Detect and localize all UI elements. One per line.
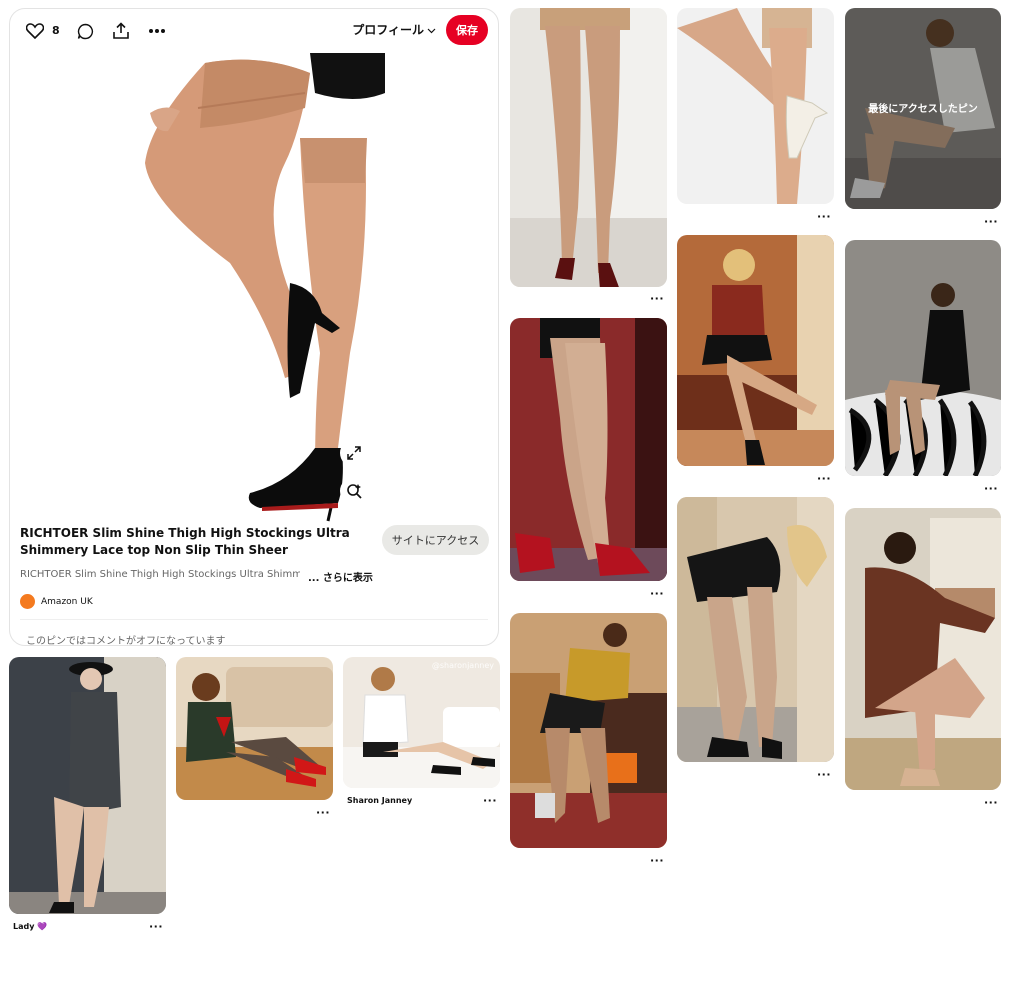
pin-card[interactable]	[677, 497, 834, 762]
show-more-link[interactable]: ... さらに表示	[308, 569, 373, 584]
pin-caption[interactable]: Lady 💜	[13, 922, 47, 931]
share-icon[interactable]	[110, 20, 132, 42]
divider	[20, 619, 488, 620]
pin-action-bar: 8 プロフィール 保存	[10, 9, 498, 53]
more-options-icon[interactable]: ···	[984, 797, 998, 808]
chevron-down-icon	[427, 23, 436, 37]
pin-card[interactable]	[510, 613, 667, 848]
more-options-icon[interactable]: ···	[650, 588, 664, 599]
pin-card[interactable]	[845, 508, 1001, 790]
source-avatar	[20, 594, 35, 609]
pin-description: RICHTOER Slim Shine Thigh High Stockings…	[20, 569, 300, 580]
more-options-icon[interactable]: ···	[817, 473, 831, 484]
pin-card[interactable]	[9, 657, 166, 914]
pin-source[interactable]: Amazon UK	[20, 594, 93, 609]
more-options-icon[interactable]: ···	[316, 807, 330, 818]
pin-card[interactable]	[677, 235, 834, 466]
more-options-icon[interactable]: ···	[650, 855, 664, 866]
visit-site-button[interactable]: サイトにアクセス	[382, 525, 489, 555]
expand-icon[interactable]	[340, 439, 368, 467]
pin-card[interactable]	[510, 8, 667, 287]
pin-card[interactable]: @sharonjanney	[343, 657, 500, 788]
comment-icon[interactable]	[74, 21, 96, 41]
pin-closeup-card: 8 プロフィール 保存 RICHTOER Slim Shine Thigh Hi…	[9, 8, 499, 646]
save-button[interactable]: 保存	[446, 15, 488, 45]
more-options-icon[interactable]: ···	[817, 211, 831, 222]
more-options-icon[interactable]: ···	[149, 921, 163, 932]
last-accessed-label: 最後にアクセスしたピン	[868, 104, 978, 115]
more-options-icon[interactable]: ···	[984, 216, 998, 227]
pin-title: RICHTOER Slim Shine Thigh High Stockings…	[20, 526, 350, 557]
image-watermark: @sharonjanney	[431, 661, 494, 670]
more-options-icon[interactable]: ···	[817, 769, 831, 780]
more-options-icon[interactable]: ···	[483, 795, 497, 806]
pin-caption[interactable]: Sharon Janney	[347, 796, 412, 805]
pin-card[interactable]	[510, 318, 667, 581]
pin-card[interactable]	[176, 657, 333, 800]
pin-card[interactable]	[677, 8, 834, 204]
like-count: 8	[52, 24, 60, 37]
pin-card[interactable]: 最後にアクセスしたピン	[845, 8, 1001, 209]
profile-dropdown-label: プロフィール	[352, 23, 424, 37]
more-icon[interactable]	[146, 21, 168, 41]
more-options-icon[interactable]: ···	[984, 483, 998, 494]
visual-search-icon[interactable]	[340, 477, 368, 505]
pin-card[interactable]	[845, 240, 1001, 476]
heart-icon[interactable]	[24, 21, 46, 41]
comments-off-notice: このピンではコメントがオフになっています	[26, 636, 226, 646]
more-options-icon[interactable]: ···	[650, 293, 664, 304]
source-name: Amazon UK	[41, 596, 93, 607]
profile-board-dropdown[interactable]: プロフィール	[352, 21, 436, 38]
